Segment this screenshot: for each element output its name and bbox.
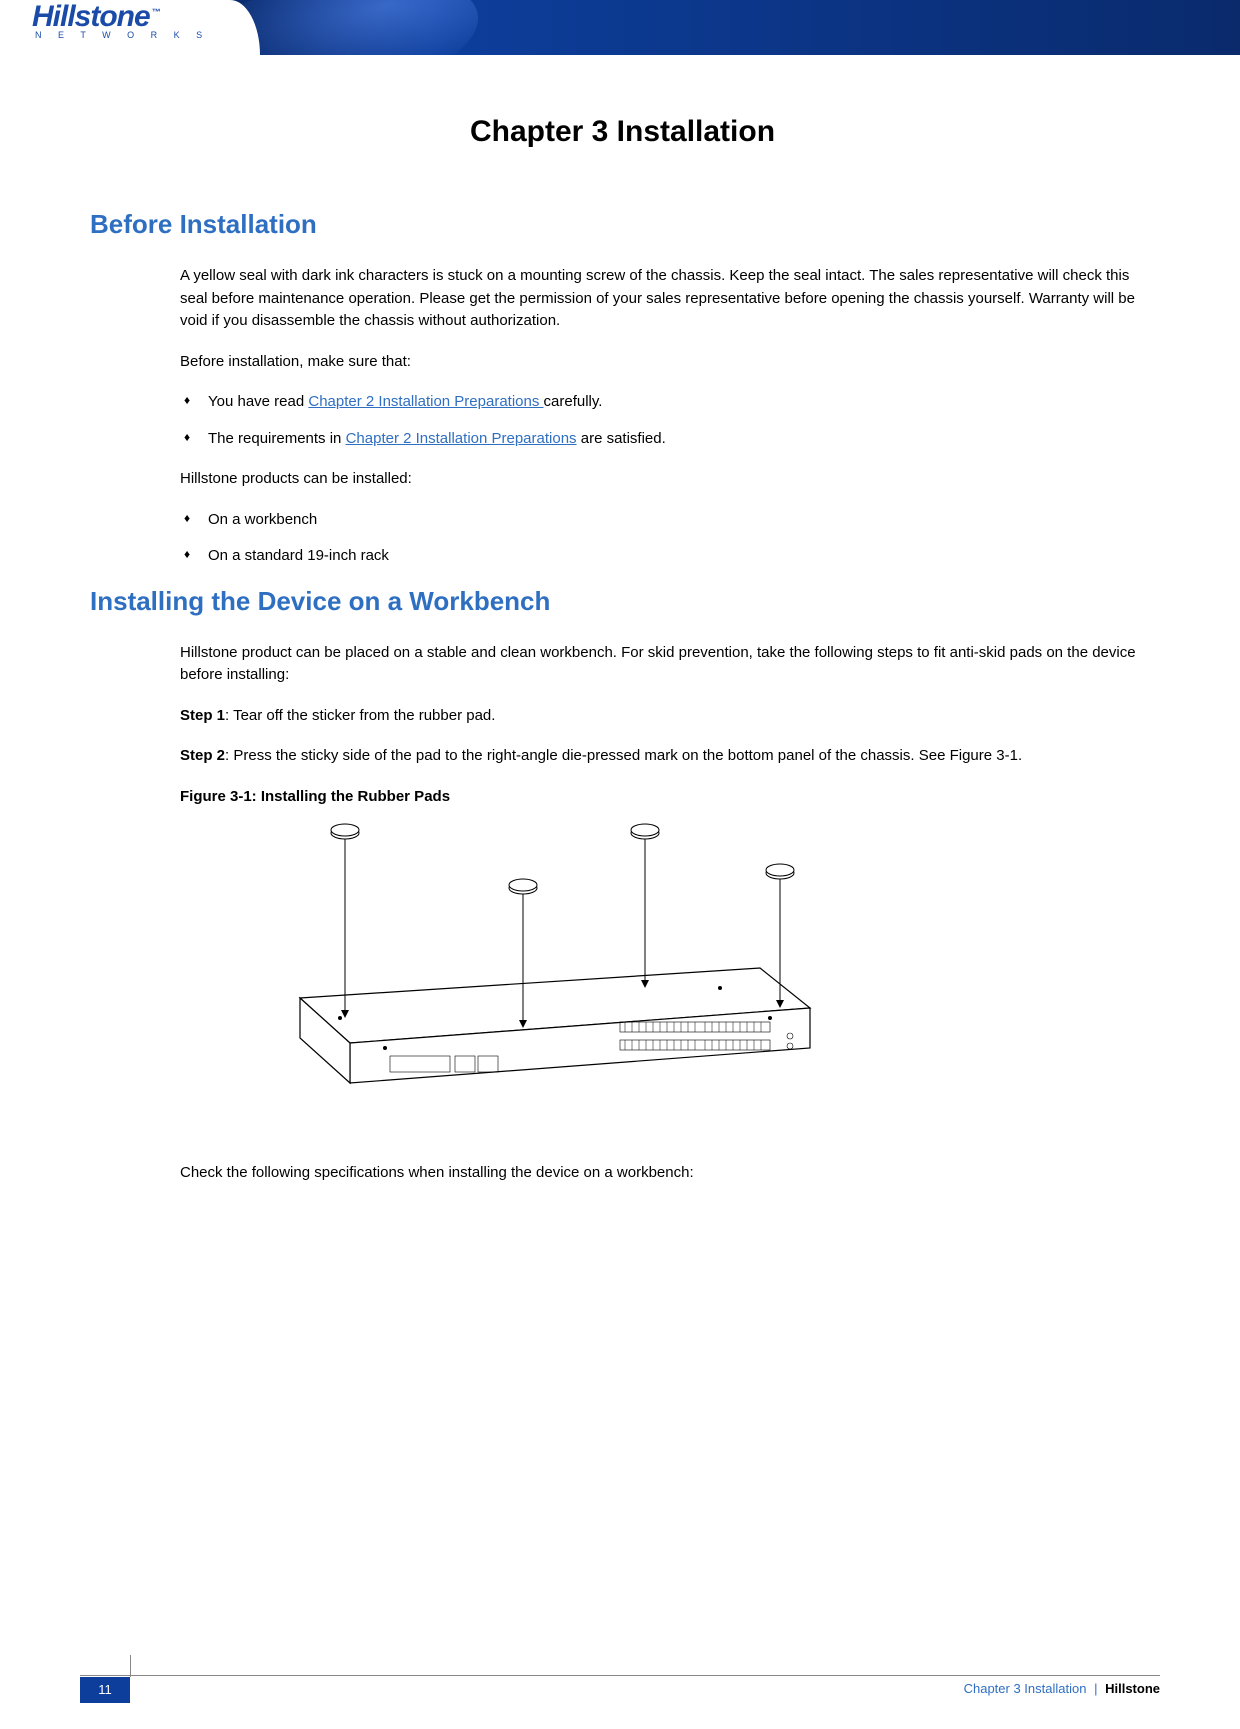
footer-vertical-rule xyxy=(130,1655,131,1677)
footer-chapter: Chapter 3 Installation xyxy=(964,1681,1087,1696)
header-blue-band xyxy=(230,0,1240,55)
list-item: On a workbench xyxy=(208,509,1155,532)
workbench-para1: Hillstone product can be placed on a sta… xyxy=(180,642,1155,687)
section-workbench-body: Hillstone product can be placed on a sta… xyxy=(180,642,1155,1185)
step2-label: Step 2 xyxy=(180,747,225,764)
step-2: Step 2: Press the sticky side of the pad… xyxy=(180,745,1155,768)
section-workbench-heading: Installing the Device on a Workbench xyxy=(90,586,1155,617)
before-para1: A yellow seal with dark ink characters i… xyxy=(180,265,1155,333)
screw-icon xyxy=(768,1016,772,1020)
li-text: The requirements in xyxy=(208,430,346,447)
logo-text: Hillstone™ xyxy=(32,2,212,32)
before-list-1: You have read Chapter 2 Installation Pre… xyxy=(180,391,1155,450)
before-para2: Before installation, make sure that: xyxy=(180,351,1155,374)
header-curve-decoration xyxy=(230,0,488,55)
footer-separator: | xyxy=(1094,1681,1097,1696)
li-text: carefully. xyxy=(544,393,603,410)
footer-rule xyxy=(80,1675,1160,1676)
chapter-title: Chapter 3 Installation xyxy=(90,115,1155,149)
step1-label: Step 1 xyxy=(180,707,225,724)
section-before-installation-heading: Before Installation xyxy=(90,209,1155,240)
link-chapter2-b[interactable]: Chapter 2 Installation Preparations xyxy=(346,430,577,447)
workbench-para-after: Check the following specifications when … xyxy=(180,1162,1155,1185)
list-item: On a standard 19-inch rack xyxy=(208,545,1155,568)
list-item: The requirements in Chapter 2 Installati… xyxy=(208,428,1155,451)
trademark-icon: ™ xyxy=(152,7,160,17)
before-list-2: On a workbench On a standard 19-inch rac… xyxy=(180,509,1155,568)
screw-icon xyxy=(338,1016,342,1020)
page-header: Hillstone™ N E T W O R K S xyxy=(0,0,1240,55)
rubber-pads-diagram xyxy=(240,818,840,1128)
section-before-body: A yellow seal with dark ink characters i… xyxy=(180,265,1155,568)
step1-text: : Tear off the sticker from the rubber p… xyxy=(225,707,495,724)
rubber-pad-icon xyxy=(631,824,659,988)
screw-icon xyxy=(718,986,722,990)
li-text: You have read xyxy=(208,393,308,410)
footer-brand: Hillstone xyxy=(1105,1681,1160,1696)
figure-3-1 xyxy=(240,818,1155,1132)
step2-text: : Press the sticky side of the pad to th… xyxy=(225,747,1022,764)
link-chapter2-a[interactable]: Chapter 2 Installation Preparations xyxy=(308,393,543,410)
before-para3: Hillstone products can be installed: xyxy=(180,468,1155,491)
rubber-pad-icon xyxy=(331,824,359,1018)
footer-right: Chapter 3 Installation | Hillstone xyxy=(964,1681,1160,1696)
list-item: You have read Chapter 2 Installation Pre… xyxy=(208,391,1155,414)
li-text: are satisfied. xyxy=(577,430,666,447)
screw-icon xyxy=(383,1046,387,1050)
step-1: Step 1: Tear off the sticker from the ru… xyxy=(180,705,1155,728)
logo-main-text: Hillstone xyxy=(32,0,150,33)
page-footer: 11 Chapter 3 Installation | Hillstone xyxy=(0,1677,1240,1707)
brand-logo: Hillstone™ N E T W O R K S xyxy=(32,2,212,40)
page-content: Chapter 3 Installation Before Installati… xyxy=(0,55,1240,1185)
page-number: 11 xyxy=(80,1677,130,1703)
figure-3-1-caption: Figure 3-1: Installing the Rubber Pads xyxy=(180,786,1155,809)
